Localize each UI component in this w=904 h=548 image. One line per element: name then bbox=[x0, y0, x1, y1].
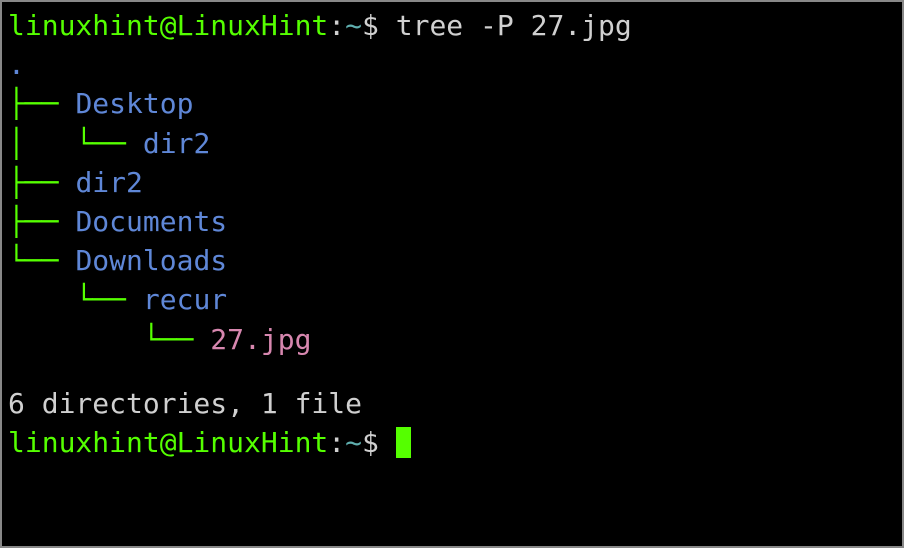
dir-name: dir2 bbox=[143, 127, 210, 160]
tree-pipe-icon: │ bbox=[8, 127, 75, 160]
user-host: linuxhint@LinuxHint bbox=[8, 426, 328, 459]
file-name: 27.jpg bbox=[210, 323, 311, 356]
tree-branch-icon: └── bbox=[143, 323, 210, 356]
tree-branch-icon: ├── bbox=[8, 166, 75, 199]
dir-name: Desktop bbox=[75, 87, 193, 120]
tree-branch-icon: └── bbox=[8, 244, 75, 277]
dir-name: dir2 bbox=[75, 166, 142, 199]
user-host: linuxhint@LinuxHint bbox=[8, 9, 328, 42]
tree-root: . bbox=[8, 45, 896, 84]
prompt-line-2[interactable]: linuxhint@LinuxHint:~$ bbox=[8, 423, 896, 462]
cursor-icon bbox=[396, 427, 411, 458]
prompt-sep1: : bbox=[328, 426, 345, 459]
prompt-path: ~ bbox=[345, 9, 362, 42]
prompt-sep2: $ bbox=[362, 9, 396, 42]
prompt-sep1: : bbox=[328, 9, 345, 42]
tree-row: └── Downloads bbox=[8, 241, 896, 280]
dir-name: Downloads bbox=[75, 244, 227, 277]
tree-row: ├── dir2 bbox=[8, 163, 896, 202]
tree-row: │ └── dir2 bbox=[8, 124, 896, 163]
tree-branch-icon: ├── bbox=[8, 87, 75, 120]
prompt-path: ~ bbox=[345, 426, 362, 459]
tree-row: ├── Desktop bbox=[8, 84, 896, 123]
tree-branch-icon: └── bbox=[75, 127, 142, 160]
tree-row: └── recur bbox=[8, 280, 896, 319]
summary-line: 6 directories, 1 file bbox=[8, 384, 896, 423]
blank-line bbox=[8, 359, 896, 384]
prompt-sep2: $ bbox=[362, 426, 396, 459]
dir-name: recur bbox=[143, 283, 227, 316]
tree-row: ├── Documents bbox=[8, 202, 896, 241]
tree-pad bbox=[8, 323, 143, 356]
tree-pad bbox=[8, 283, 75, 316]
tree-branch-icon: └── bbox=[75, 283, 142, 316]
prompt-line-1[interactable]: linuxhint@LinuxHint:~$ tree -P 27.jpg bbox=[8, 6, 896, 45]
command-text: tree -P 27.jpg bbox=[396, 9, 632, 42]
dir-name: Documents bbox=[75, 205, 227, 238]
tree-branch-icon: ├── bbox=[8, 205, 75, 238]
tree-row: └── 27.jpg bbox=[8, 320, 896, 359]
